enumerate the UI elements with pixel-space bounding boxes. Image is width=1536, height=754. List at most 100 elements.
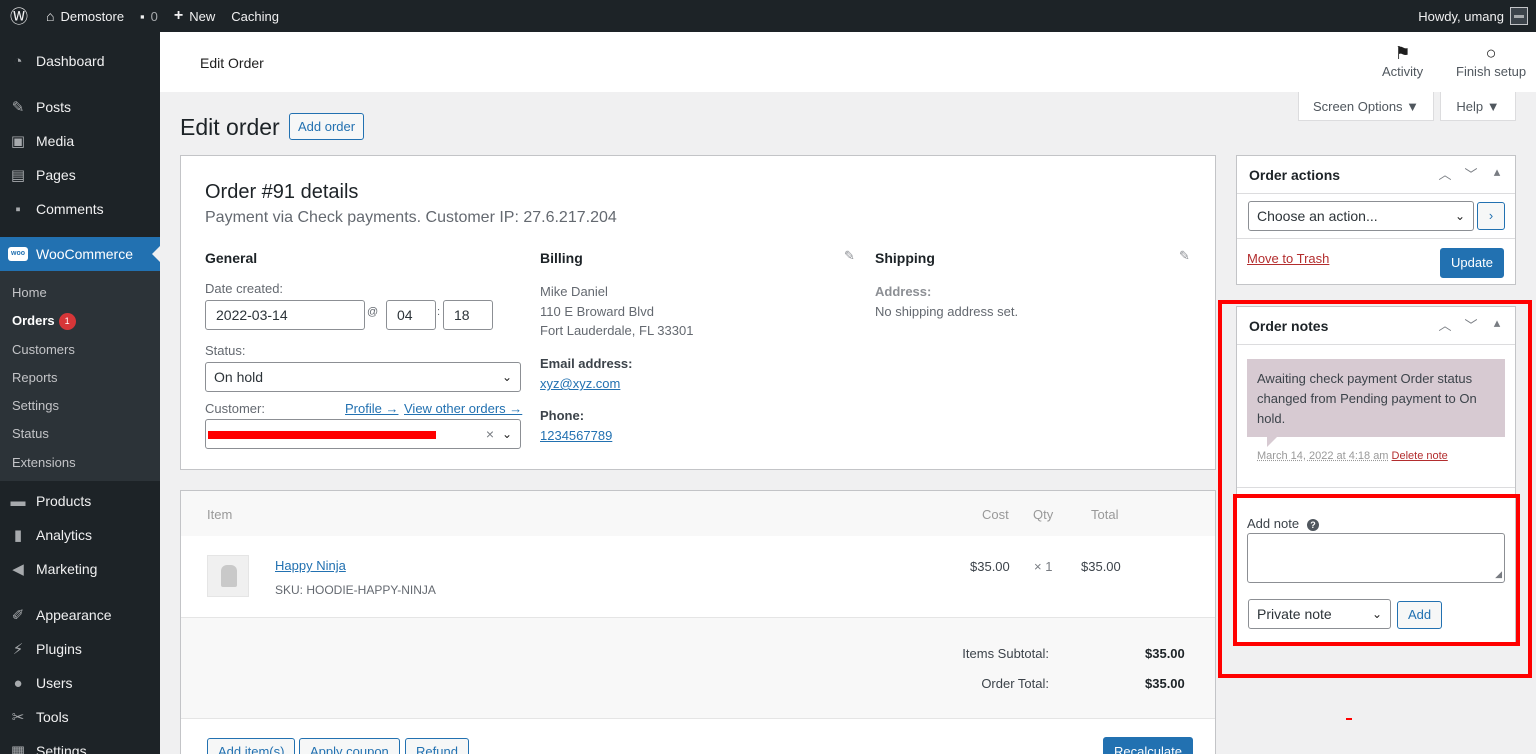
minute-input[interactable]: 18 xyxy=(443,300,493,330)
submenu-orders[interactable]: Orders 1 xyxy=(12,311,76,331)
sidebar-item-dashboard[interactable]: ◔ Dashboard xyxy=(0,44,160,78)
sidebar-item-settings[interactable]: ▦ Settings xyxy=(0,734,160,754)
woocommerce-icon: woo xyxy=(8,247,28,261)
note-meta: March 14, 2022 at 4:18 am Delete note xyxy=(1257,450,1448,462)
recalculate-button[interactable]: Recalculate xyxy=(1103,737,1193,754)
help-button[interactable]: Help ▼ xyxy=(1440,92,1516,121)
phone-link[interactable]: 1234567789 xyxy=(540,426,612,446)
sidebar-item-analytics[interactable]: ▮ Analytics xyxy=(0,518,160,552)
divider xyxy=(1237,344,1515,345)
general-heading: General xyxy=(205,250,258,266)
sidebar-item-pages[interactable]: ▤ Pages xyxy=(0,158,160,192)
brush-icon: ✐ xyxy=(11,607,25,624)
chevron-down-icon: ⌄ xyxy=(1371,607,1382,621)
new-content-link[interactable]: + New xyxy=(166,0,223,32)
megaphone-icon: ◀ xyxy=(12,561,24,578)
divider xyxy=(1237,238,1515,239)
email-link[interactable]: xyz@xyz.com xyxy=(540,374,620,394)
submenu-extensions[interactable]: Extensions xyxy=(12,453,76,473)
order-items-panel: Item Cost Qty Total Happy Ninja SKU: HOO… xyxy=(180,490,1216,754)
site-name-link[interactable]: ⌂ Demostore xyxy=(38,0,132,32)
totals-section xyxy=(181,618,1215,718)
add-note-textarea[interactable]: ◢ xyxy=(1247,533,1505,583)
order-notes-title: Order notes xyxy=(1249,318,1329,334)
item-cost: $35.00 xyxy=(970,559,1010,574)
sidebar-item-posts[interactable]: ✎ Posts xyxy=(0,90,160,124)
sidebar-item-media[interactable]: ▣ Media xyxy=(0,124,160,158)
add-items-button[interactable]: Add item(s) xyxy=(207,738,296,754)
apply-action-button[interactable]: › xyxy=(1477,202,1505,230)
date-created-label: Date created: xyxy=(205,281,284,296)
add-note-button[interactable]: Add xyxy=(1397,601,1443,629)
settings-icon: ▦ xyxy=(10,743,26,754)
delete-note-link[interactable]: Delete note xyxy=(1392,450,1448,462)
sidebar-item-comments[interactable]: ▪ Comments xyxy=(0,192,160,226)
sidebar-item-plugins[interactable]: ⚡ Plugins xyxy=(0,632,160,666)
flag-icon: ⚑ xyxy=(1394,43,1411,63)
collapse-icon[interactable]: ▴ xyxy=(1489,315,1505,334)
shipping-address-label: Address: xyxy=(875,284,932,299)
finish-setup-button[interactable]: ○ Finish setup xyxy=(1456,42,1526,79)
red-mark xyxy=(1346,718,1352,720)
sidebar-item-users[interactable]: ● Users xyxy=(0,666,160,700)
divider xyxy=(1237,193,1515,194)
order-subtitle: Payment via Check payments. Customer IP:… xyxy=(205,209,617,226)
items-subtotal-value: $35.00 xyxy=(1145,646,1185,661)
hour-input[interactable]: 04 xyxy=(386,300,436,330)
screen-options-button[interactable]: Screen Options ▼ xyxy=(1298,92,1434,121)
submenu-customers[interactable]: Customers xyxy=(12,340,75,360)
billing-heading: Billing xyxy=(540,250,583,266)
profile-link[interactable]: Profile → xyxy=(345,401,398,416)
account-menu[interactable]: Howdy, umang xyxy=(1418,0,1528,32)
phone-label: Phone: xyxy=(540,408,585,423)
help-icon[interactable]: ? xyxy=(1307,519,1320,531)
billing-address-line2: Fort Lauderdale, FL 33301 xyxy=(540,323,694,338)
activity-button[interactable]: ⚑ Activity xyxy=(1382,42,1423,79)
date-created-input[interactable]: 2022-03-14 xyxy=(205,300,365,330)
wrench-icon: ✂ xyxy=(11,709,25,726)
item-column-header: Item xyxy=(207,507,233,522)
page-title: Edit order xyxy=(180,114,280,140)
note-type-select[interactable]: Private note ⌄ xyxy=(1248,599,1391,629)
sidebar-item-woocommerce[interactable]: woo WooCommerce xyxy=(0,237,160,271)
edit-shipping-pencil-icon[interactable]: ✎ xyxy=(1179,248,1190,264)
view-other-orders-link[interactable]: View other orders → xyxy=(404,401,522,416)
resize-handle-icon[interactable]: ◢ xyxy=(1495,569,1502,580)
order-action-select[interactable]: Choose an action... ⌄ xyxy=(1248,201,1474,231)
sidebar-item-tools[interactable]: ✂ Tools xyxy=(0,700,160,734)
caching-link[interactable]: Caching xyxy=(223,0,287,32)
submenu-home[interactable]: Home xyxy=(12,283,47,303)
submenu-settings[interactable]: Settings xyxy=(12,396,59,416)
submenu-reports[interactable]: Reports xyxy=(12,368,58,388)
email-label: Email address: xyxy=(540,356,633,371)
analytics-icon: ▮ xyxy=(13,527,23,544)
items-table-header: Item Cost Qty Total xyxy=(181,491,1215,536)
order-title: Order #91 details xyxy=(205,181,359,203)
submenu-status[interactable]: Status xyxy=(12,424,49,444)
status-select[interactable]: On hold ⌄ xyxy=(205,362,521,392)
clear-customer-icon[interactable]: × xyxy=(486,420,494,448)
move-down-icon[interactable]: ﹀ xyxy=(1463,315,1479,334)
sidebar-item-products[interactable]: ▬ Products xyxy=(0,484,160,518)
pin-icon: ✎ xyxy=(11,99,25,116)
move-down-icon[interactable]: ﹀ xyxy=(1463,164,1479,183)
collapse-icon[interactable]: ▴ xyxy=(1489,164,1505,183)
admin-bar: Ⓦ ⌂ Demostore ▪ 0 + New Caching Howdy, u… xyxy=(0,0,1536,32)
move-to-trash-link[interactable]: Move to Trash xyxy=(1247,251,1329,266)
sidebar-item-appearance[interactable]: ✐ Appearance xyxy=(0,598,160,632)
product-name-link[interactable]: Happy Ninja xyxy=(275,558,346,573)
colon-separator: : xyxy=(437,306,441,318)
hoodie-image xyxy=(221,565,237,587)
add-order-button[interactable]: Add order xyxy=(289,113,365,140)
refund-button[interactable]: Refund xyxy=(405,738,469,754)
comments-link[interactable]: ▪ 0 xyxy=(132,0,166,32)
order-notes-box: Order notes ︿ ﹀ ▴ Awaiting check payment… xyxy=(1236,306,1516,646)
sidebar-item-marketing[interactable]: ◀ Marketing xyxy=(0,552,160,586)
status-label: Status: xyxy=(205,343,246,358)
move-up-icon[interactable]: ︿ xyxy=(1437,164,1453,183)
edit-billing-pencil-icon[interactable]: ✎ xyxy=(844,248,855,264)
wordpress-logo-icon[interactable]: Ⓦ xyxy=(0,0,38,32)
update-button[interactable]: Update xyxy=(1440,248,1504,278)
move-up-icon[interactable]: ︿ xyxy=(1437,315,1453,334)
apply-coupon-button[interactable]: Apply coupon xyxy=(299,738,400,754)
